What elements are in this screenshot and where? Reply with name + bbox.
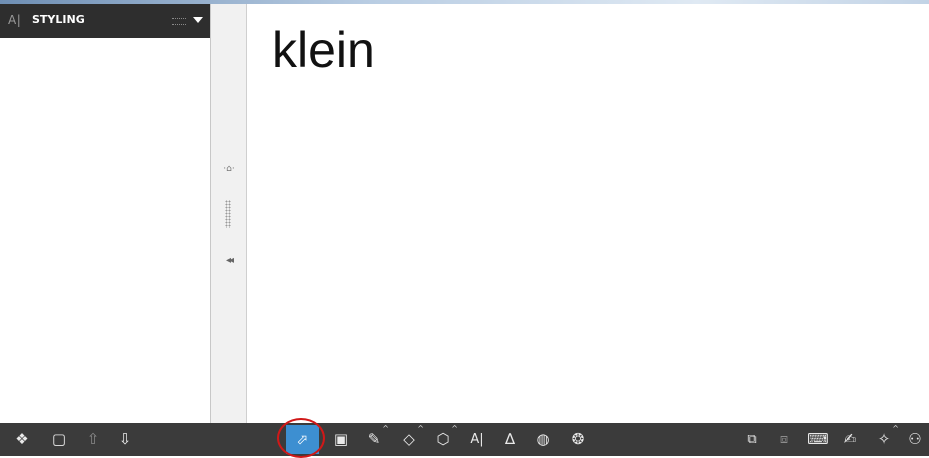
select-tool-button[interactable]: ⬀ bbox=[286, 425, 319, 454]
comment-icon: ▣ bbox=[333, 430, 349, 448]
layers-icon: ❖ bbox=[15, 430, 29, 448]
page-up-button[interactable]: ⇧ bbox=[81, 428, 105, 450]
gallery-button[interactable]: ❂ bbox=[566, 428, 590, 450]
pen-icon: ✎ bbox=[367, 430, 381, 448]
drag-grip-icon[interactable] bbox=[225, 200, 231, 228]
gallery-icon: ❂ bbox=[571, 430, 585, 448]
math-tool-button[interactable]: ∆ bbox=[498, 428, 522, 450]
screen-button[interactable]: ▢ bbox=[47, 428, 71, 450]
eraser-icon: ◇ bbox=[403, 430, 415, 448]
eraser-button[interactable]: ◇ ^ bbox=[397, 424, 424, 450]
styling-title: STYLING bbox=[32, 13, 85, 26]
screen-capture-icon: ⧉ bbox=[747, 431, 757, 447]
panel-splitter[interactable]: ·⌂· ◂◂ bbox=[211, 4, 247, 423]
camera-button[interactable]: ⧈ bbox=[772, 428, 796, 450]
globe-icon: ◍ bbox=[536, 430, 550, 448]
handwriting-button[interactable]: ✍ bbox=[838, 428, 862, 450]
styling-menu-lines-icon[interactable] bbox=[172, 18, 186, 25]
handwriting-icon: ✍ bbox=[843, 430, 857, 448]
globe-button[interactable]: ◍ bbox=[531, 428, 555, 450]
styling-dropdown-icon[interactable] bbox=[193, 17, 203, 23]
pen-button[interactable]: ✎ ^ bbox=[362, 424, 389, 450]
text-tool-button[interactable]: A| bbox=[465, 428, 489, 450]
text-tool-icon: A| bbox=[470, 431, 484, 447]
arrow-up-icon: ⇧ bbox=[86, 430, 100, 448]
keyboard-icon: ⌨ bbox=[807, 430, 829, 448]
layers-button[interactable]: ❖ bbox=[10, 428, 34, 450]
screen-capture-button[interactable]: ⧉ bbox=[740, 428, 764, 450]
shape-hexagon-icon: ⬡ bbox=[436, 430, 450, 448]
binoculars-button[interactable]: ⚇ bbox=[903, 428, 927, 450]
select-arrow-icon: ⬀ bbox=[296, 431, 309, 448]
screen-icon: ▢ bbox=[51, 430, 67, 448]
binoculars-icon: ⚇ bbox=[908, 430, 922, 448]
shape-button[interactable]: ⬡ ^ bbox=[431, 424, 458, 450]
bottom-toolbar: ❖ ▢ ⇧ ⇩ ⬀ ▣ ✎ ^ ◇ ^ ⬡ ^ A| ∆ ◍ ❂ ⧉ ⧈ ⌨ ✍… bbox=[0, 423, 929, 456]
keyboard-button[interactable]: ⌨ bbox=[806, 428, 830, 450]
magic-wand-button[interactable]: ✧ ^ bbox=[872, 424, 899, 450]
magic-wand-caret-icon: ^ bbox=[892, 424, 899, 433]
camera-icon: ⧈ bbox=[779, 431, 789, 447]
magic-wand-icon: ✧ bbox=[877, 430, 891, 448]
styling-header: A| STYLING bbox=[0, 4, 210, 38]
eraser-caret-icon: ^ bbox=[417, 424, 424, 433]
whiteboard-canvas[interactable]: klein bbox=[247, 4, 929, 423]
shape-caret-icon: ^ bbox=[451, 424, 458, 433]
canvas-text[interactable]: klein bbox=[272, 24, 375, 76]
collapse-panel-icon[interactable]: ◂◂ bbox=[221, 255, 237, 267]
arrow-down-icon: ⇩ bbox=[118, 430, 132, 448]
page-down-button[interactable]: ⇩ bbox=[113, 428, 137, 450]
styling-panel: A| STYLING bbox=[0, 4, 211, 423]
comment-button[interactable]: ▣ bbox=[329, 428, 353, 450]
pen-caret-icon: ^ bbox=[382, 424, 389, 433]
math-tool-icon: ∆ bbox=[504, 430, 516, 448]
pin-icon[interactable]: ·⌂· bbox=[221, 164, 237, 174]
styling-logo-icon: A| bbox=[8, 13, 22, 27]
